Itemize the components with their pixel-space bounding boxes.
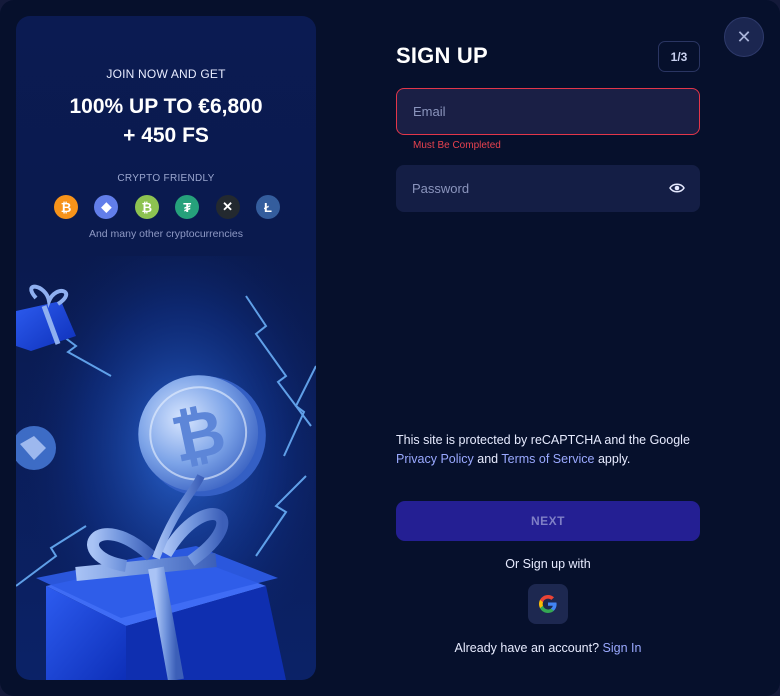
promo-kicker: JOIN NOW AND GET — [106, 67, 226, 81]
xrp-icon: ✕ — [215, 195, 240, 219]
close-icon: ✕ — [736, 26, 752, 47]
bitcoin-cash-icon: ₿ — [134, 195, 159, 219]
tether-icon: ₮ — [175, 195, 200, 219]
password-input[interactable] — [412, 181, 652, 196]
promo-illustration: ₿ — [16, 256, 316, 680]
bitcoin-icon: ₿ — [54, 195, 78, 219]
sign-in-link[interactable]: Sign In — [603, 641, 642, 655]
recaptcha-notice: This site is protected by reCAPTCHA and … — [396, 431, 700, 469]
email-error: Must Be Completed — [413, 140, 501, 151]
step-indicator: 1/3 — [658, 41, 700, 72]
crypto-friendly-label: CRYPTO FRIENDLY — [117, 173, 215, 184]
privacy-policy-link[interactable]: Privacy Policy — [396, 452, 474, 466]
promo-title-line2: + 450 FS — [123, 124, 209, 147]
litecoin-icon: Ł — [255, 195, 280, 219]
ethereum-icon: ◆ — [94, 195, 119, 219]
alt-signup-label: Or Sign up with — [505, 557, 591, 571]
recaptcha-text-and: and — [477, 452, 499, 466]
crypto-icons-row: ₿ ◆ ₿ ₮ ✕ Ł — [54, 195, 280, 219]
eye-icon[interactable] — [669, 181, 685, 195]
account-prompt-text: Already have an account? — [454, 641, 600, 655]
promo-title-line1: 100% UP TO €6,800 — [69, 95, 263, 118]
recaptcha-text-pre: This site is protected by reCAPTCHA and … — [396, 433, 690, 447]
email-input[interactable] — [413, 104, 653, 119]
google-signup-button[interactable] — [528, 584, 568, 624]
signin-prompt: Already have an account? Sign In — [396, 641, 700, 655]
form-title: SIGN UP — [396, 43, 488, 68]
signup-modal: JOIN NOW AND GET 100% UP TO €6,800 + 450… — [0, 0, 780, 696]
close-button[interactable]: ✕ — [724, 17, 764, 57]
terms-of-service-link[interactable]: Terms of Service — [501, 452, 594, 466]
next-button[interactable]: NEXT — [396, 501, 700, 541]
crypto-note: And many other cryptocurrencies — [88, 228, 244, 240]
promo-title: 100% UP TO €6,800 + 450 FS — [16, 92, 316, 150]
recaptcha-text-post: apply. — [597, 452, 631, 466]
email-field[interactable] — [396, 88, 700, 135]
password-field[interactable] — [396, 165, 700, 212]
google-icon — [539, 595, 557, 613]
promo-panel: JOIN NOW AND GET 100% UP TO €6,800 + 450… — [16, 16, 316, 680]
